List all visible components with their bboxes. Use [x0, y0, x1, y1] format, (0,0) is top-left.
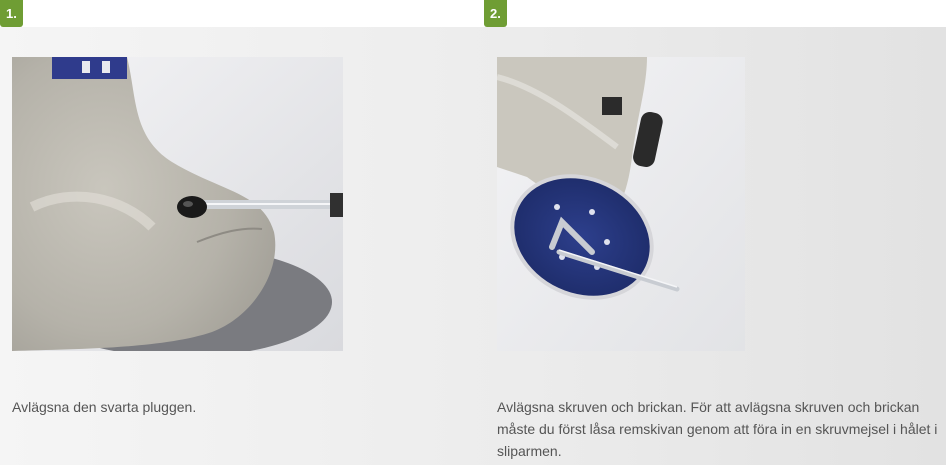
step-1-caption: Avlägsna den svarta pluggen. [12, 399, 197, 415]
step-1-badge: 1. [0, 0, 23, 27]
step-1-photo [12, 57, 343, 351]
step-2-photo [497, 57, 745, 351]
step-2-caption: Avlägsna skruven och brickan. För att av… [497, 399, 938, 459]
top-strip [0, 0, 946, 27]
step-2-badge: 2. [484, 0, 507, 27]
